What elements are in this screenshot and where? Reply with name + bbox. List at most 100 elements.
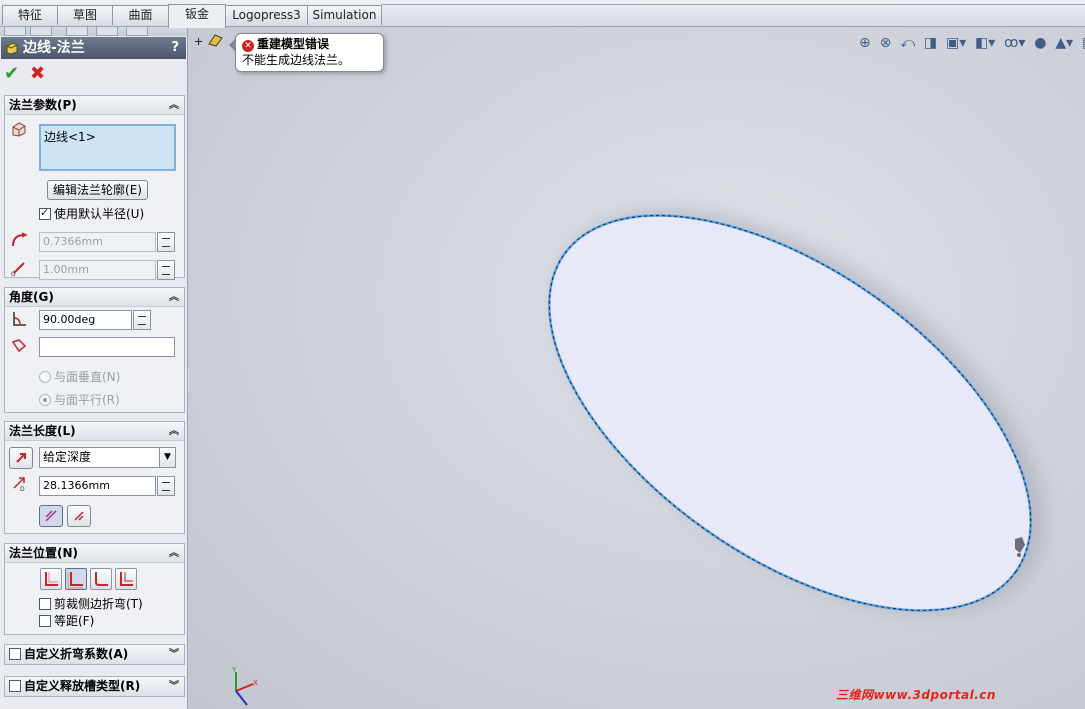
graphics-viewport[interactable]: Y X ⊕ ⊗ ⤺ ◨ ▣▾ ◧▾ ꝏ▾ ● ▲▾ ▤▾: [189, 27, 1085, 709]
collapse-chevron-icon[interactable]: ︽: [169, 422, 179, 441]
trim-side-bends-box[interactable]: [39, 598, 51, 610]
edit-flange-profile-button[interactable]: 编辑法兰轮廓(E): [47, 180, 148, 200]
custom-relief-type-checkbox[interactable]: [9, 679, 24, 693]
apply-scene-icon[interactable]: ▲▾: [1055, 35, 1073, 51]
reverse-direction-button[interactable]: [9, 447, 33, 469]
expand-chevron-icon[interactable]: ︾: [169, 645, 179, 664]
ok-check-icon[interactable]: ✔: [4, 64, 19, 84]
coordinate-triad: Y X: [231, 666, 258, 706]
flange-length-input[interactable]: 28.1366mm: [39, 476, 156, 496]
normal-to-face-dot[interactable]: [39, 371, 51, 383]
collapse-chevron-icon[interactable]: ︽: [169, 544, 179, 563]
trim-side-bends-checkbox[interactable]: 剪裁侧边折弯(T): [39, 597, 143, 611]
bend-outside-icon: [95, 572, 108, 586]
bend-radius-input[interactable]: 0.7366mm: [39, 232, 156, 252]
flange-parameters-header[interactable]: 法兰参数(P) ︽: [5, 96, 184, 115]
tab-surfaces[interactable]: 曲面: [112, 5, 169, 25]
dropdown-arrow-icon[interactable]: ▼: [159, 448, 175, 467]
svg-text:G: G: [11, 271, 16, 277]
model-canvas: Y X: [231, 211, 1044, 706]
hide-show-items-icon[interactable]: ꝏ▾: [1004, 35, 1025, 51]
selected-edge-item[interactable]: 边线<1>: [44, 130, 96, 144]
parallel-to-face-radio[interactable]: 与面平行(R): [39, 391, 120, 408]
custom-relief-type-box[interactable]: [9, 680, 21, 692]
use-default-radius-checkbox[interactable]: 使用默认半径(U): [39, 206, 144, 221]
command-manager-tabs: 特征 草图 曲面 钣金 Logopress3 Simulation: [0, 0, 1085, 28]
virtual-sharp-button[interactable]: [115, 568, 137, 590]
flange-length-group: 法兰长度(L) ︽ 给定深度 ▼ D 28.1366mm: [4, 421, 185, 534]
rebuild-error-message: 不能生成边线法兰。: [242, 53, 351, 67]
collapse-chevron-icon[interactable]: ︽: [169, 288, 179, 307]
material-inside-button[interactable]: [40, 568, 62, 590]
edge-selection-list[interactable]: 边线<1>: [39, 124, 176, 171]
dimxpert-tab[interactable]: [96, 27, 118, 36]
flange-length-spinner[interactable]: [157, 476, 175, 496]
bend-radius-icon: [12, 232, 28, 247]
cancel-x-icon[interactable]: ✖: [30, 64, 45, 84]
tree-expand-icon[interactable]: +: [194, 35, 203, 48]
property-manager-tab[interactable]: [30, 27, 52, 36]
normal-to-face-radio[interactable]: 与面垂直(N): [39, 368, 120, 385]
end-condition-select[interactable]: 给定深度 ▼: [39, 447, 176, 468]
expand-chevron-icon[interactable]: ︾: [169, 677, 179, 696]
length-depth-icon: D: [13, 477, 25, 492]
reference-face-input[interactable]: [39, 337, 175, 357]
reverse-direction-icon: [16, 453, 26, 463]
tab-features[interactable]: 特征: [2, 5, 58, 25]
tab-logopress3[interactable]: Logopress3: [225, 5, 308, 25]
custom-relief-type-header[interactable]: 自定义释放槽类型(R) ︾: [5, 677, 184, 696]
tab-sheet-metal[interactable]: 钣金: [168, 4, 226, 28]
feature-manager-tab[interactable]: [4, 27, 26, 36]
virtual-sharp-icon: [120, 572, 133, 586]
angle-header[interactable]: 角度(G) ︽: [5, 288, 184, 307]
bend-outside-button[interactable]: [90, 568, 112, 590]
view-orientation-icon[interactable]: ▣▾: [946, 35, 966, 51]
angle-spinner[interactable]: [133, 310, 151, 330]
flange-angle-icon: [13, 312, 26, 326]
inner-virtual-sharp-button[interactable]: [67, 505, 91, 527]
material-outside-button[interactable]: [65, 568, 87, 590]
error-icon: ✕: [242, 40, 254, 52]
rebuild-error-title: ✕ 重建模型错误: [242, 36, 377, 52]
use-default-radius-box[interactable]: [39, 206, 51, 220]
bend-radius-spinner[interactable]: [157, 232, 175, 252]
flange-position-header[interactable]: 法兰位置(N) ︽: [5, 544, 184, 563]
zoom-to-area-icon[interactable]: ⊗: [880, 35, 892, 51]
display-manager-tab[interactable]: [126, 27, 148, 36]
gap-distance-input[interactable]: 1.00mm: [39, 260, 156, 280]
help-button[interactable]: ?: [171, 37, 179, 59]
gap-distance-spinner[interactable]: [157, 260, 175, 280]
angle-input[interactable]: 90.00deg: [39, 310, 132, 330]
tab-strip-line: [382, 4, 1085, 5]
custom-bend-allowance-box[interactable]: [9, 648, 21, 660]
property-manager-title: 边线-法兰: [23, 40, 85, 56]
angle-group: 角度(G) ︽ 90.00deg 与面垂直(N) 与面平行(R): [4, 287, 185, 413]
edge-select-icon: [12, 122, 26, 137]
flange-position-group: 法兰位置(N) ︽ 剪裁侧边折弯(T) 等距(F): [4, 543, 185, 635]
property-manager-panel: 边线-法兰 ? ✔ ✖ 法兰参数(P) ︽ 边线<1> 编辑法兰轮廓(E) 使用…: [0, 27, 188, 709]
material-inside-icon: [45, 572, 58, 586]
outer-virtual-sharp-button[interactable]: [39, 505, 63, 527]
panel-tabs: [0, 27, 187, 36]
flange-parameters-group: 法兰参数(P) ︽ 边线<1> 编辑法兰轮廓(E) 使用默认半径(U) 0.73…: [4, 95, 185, 280]
custom-bend-allowance-group: 自定义折弯系数(A) ︾: [4, 644, 185, 665]
flyout-tree-stub[interactable]: +: [194, 32, 225, 48]
heads-up-view-toolbar: ⊕ ⊗ ⤺ ◨ ▣▾ ◧▾ ꝏ▾ ● ▲▾ ▤▾: [859, 35, 1085, 59]
tab-simulation[interactable]: Simulation: [307, 5, 382, 25]
previous-view-icon[interactable]: ⤺: [900, 35, 915, 51]
custom-bend-allowance-checkbox[interactable]: [9, 647, 24, 661]
display-style-icon[interactable]: ◧▾: [975, 35, 995, 51]
custom-bend-allowance-header[interactable]: 自定义折弯系数(A) ︾: [5, 645, 184, 664]
zoom-to-fit-icon[interactable]: ⊕: [859, 35, 871, 51]
edit-appearance-icon[interactable]: ●: [1034, 35, 1046, 51]
offset-box[interactable]: [39, 615, 51, 627]
parallel-to-face-dot[interactable]: [39, 394, 51, 406]
offset-checkbox[interactable]: 等距(F): [39, 614, 94, 628]
inner-virtual-sharp-icon: [74, 511, 84, 521]
tab-sketch[interactable]: 草图: [57, 5, 113, 25]
collapse-chevron-icon[interactable]: ︽: [169, 96, 179, 115]
section-view-icon[interactable]: ◨: [924, 35, 937, 51]
flange-length-header[interactable]: 法兰长度(L) ︽: [5, 422, 184, 441]
configuration-manager-tab[interactable]: [66, 27, 88, 36]
svg-text:D: D: [20, 486, 25, 492]
